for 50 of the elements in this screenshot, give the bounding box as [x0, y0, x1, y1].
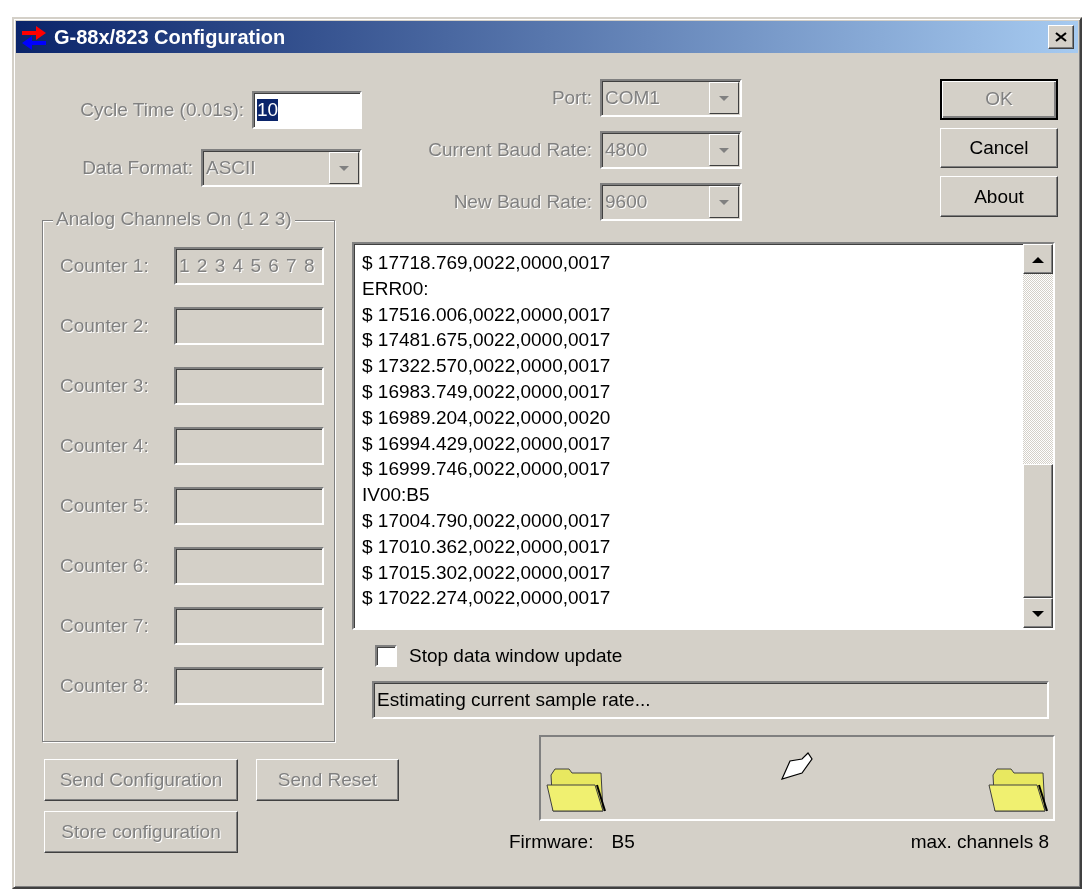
down-arrow-icon: [717, 197, 731, 207]
scroll-down-button[interactable]: [1023, 598, 1053, 628]
close-button[interactable]: [1048, 25, 1074, 49]
data-line: $ 16994.429,0022,0000,0017: [362, 431, 612, 456]
data-line: $ 17015.302,0022,0000,0017: [362, 560, 612, 585]
data-line: $ 16989.204,0022,0000,0020: [362, 405, 612, 430]
data-line: $ 17010.362,0022,0000,0017: [362, 534, 612, 559]
arrows-icon: [20, 23, 48, 51]
data-line: $ 16999.746,0022,0000,0017: [362, 457, 612, 482]
close-icon: [1053, 30, 1069, 44]
field-label: Current Baud Rate:: [428, 139, 592, 161]
field-label: Data Format:: [82, 157, 193, 179]
up-arrow-icon: [1031, 254, 1045, 264]
field-label: Counter 4:: [60, 435, 150, 457]
checkbox[interactable]: [375, 645, 397, 667]
field-label: Counter 7:: [60, 615, 150, 637]
firmware-value: B5: [611, 831, 636, 853]
field-label: Counter 5:: [60, 495, 150, 517]
field-label: New Baud Rate:: [453, 191, 592, 213]
dialog-button[interactable]: Cancel: [940, 127, 1058, 169]
scrollbar-thumb[interactable]: [1023, 464, 1053, 598]
data-line: ERR00:: [362, 276, 430, 301]
field-label: Counter 1:: [60, 255, 150, 277]
field-label: Port:: [551, 87, 592, 109]
scroll-up-button[interactable]: [1023, 244, 1053, 274]
down-arrow-icon: [717, 145, 731, 155]
max-channels-text: max. channels 8: [910, 831, 1049, 853]
down-arrow-icon: [1031, 608, 1045, 618]
field-label: Counter 2:: [60, 315, 150, 337]
field-label: Counter 3:: [60, 375, 150, 397]
field-label: Counter 8:: [60, 675, 150, 697]
data-line: $ 17516.006,0022,0000,0017: [362, 302, 612, 327]
field-label: Cycle Time (0.01s):: [80, 99, 244, 121]
cycle-time-field[interactable]: 10: [252, 91, 362, 129]
firmware-label: Firmware:: [509, 831, 594, 853]
status-field: Estimating current sample rate...: [372, 681, 1049, 719]
data-line: $ 17022.274,0022,0000,0017: [362, 586, 612, 611]
data-line: $ 17322.570,0022,0000,0017: [362, 354, 612, 379]
data-line: $ 17004.790,0022,0000,0017: [362, 508, 612, 533]
data-line: $ 17718.769,0022,0000,0017: [362, 251, 612, 275]
data-line: $ 16983.749,0022,0000,0017: [362, 380, 612, 404]
down-arrow-icon: [337, 163, 351, 173]
field-label: Counter 6:: [60, 555, 150, 577]
data-line: IV00:B5: [362, 483, 431, 508]
dialog-button[interactable]: About: [940, 176, 1058, 217]
paper-icon: [780, 751, 814, 781]
checkbox-label[interactable]: Stop data window update: [409, 645, 623, 667]
down-arrow-icon: [717, 93, 731, 103]
data-line: $ 17481.675,0022,0000,0017: [362, 328, 612, 353]
window-title: G-88x/823 Configuration: [54, 25, 287, 49]
